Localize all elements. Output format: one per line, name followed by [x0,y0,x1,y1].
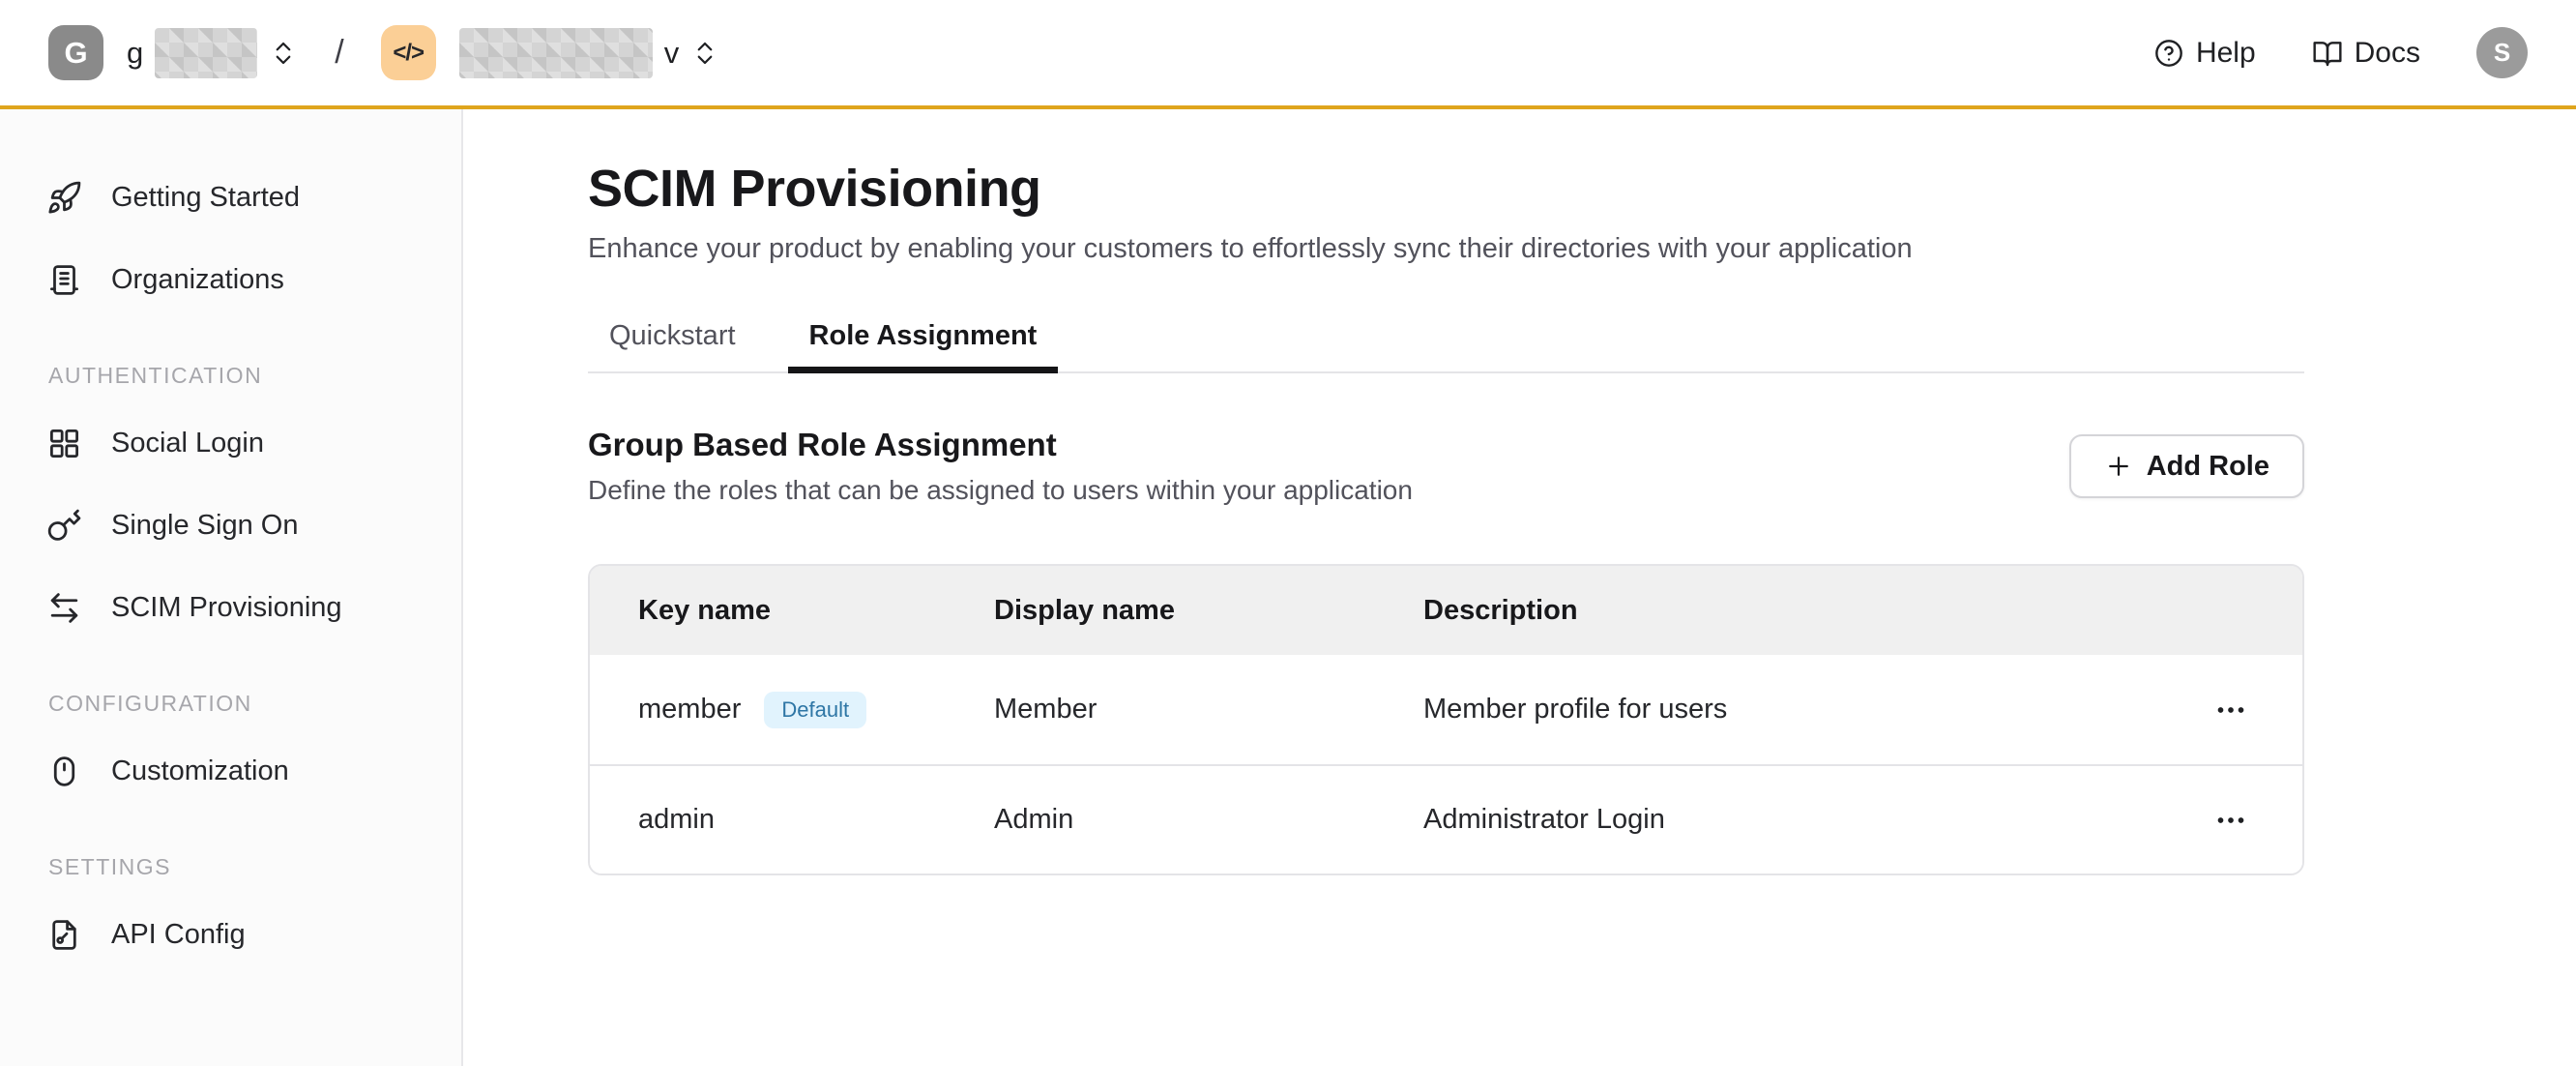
sidebar-item-customization[interactable]: Customization [0,730,461,813]
sidebar-item-label: Organizations [111,264,284,296]
display-name-cell: Admin [994,804,1423,836]
building-icon [46,262,82,298]
sidebar-item-organizations[interactable]: Organizations [0,239,461,321]
column-header-display-name: Display name [994,595,1423,627]
sidebar-item-label: API Config [111,919,246,951]
project-name-suffix: v [664,36,680,71]
workspace-logo[interactable]: G [48,25,103,80]
row-actions-button[interactable] [2206,795,2256,845]
sidebar-item-label: Single Sign On [111,510,298,542]
main-content: SCIM Provisioning Enhance your product b… [465,109,2576,1066]
rocket-icon [46,180,82,216]
section-heading: Group Based Role Assignment [588,427,1413,463]
redacted-project-name [459,28,653,78]
add-role-button[interactable]: Add Role [2069,434,2304,498]
role-key: member [638,694,741,725]
column-header-key-name: Key name [590,595,994,627]
breadcrumb-separator: / [335,34,343,72]
redacted-org-name [155,28,257,78]
chevrons-up-down-icon [269,39,298,68]
docs-button[interactable]: Docs [2312,37,2420,70]
section-header-row: Group Based Role Assignment Define the r… [588,427,2304,506]
org-name-prefix: g [127,36,143,71]
tab-quickstart[interactable]: Quickstart [588,306,757,373]
section-description: Define the roles that can be assigned to… [588,475,1413,506]
sidebar-item-label: Customization [111,755,289,787]
file-node-icon [46,917,82,953]
key-name-cell: admin [590,804,994,836]
section-header-text: Group Based Role Assignment Define the r… [588,427,1413,506]
user-avatar[interactable]: S [2476,27,2528,78]
open-book-icon [2312,38,2343,69]
chevrons-up-down-icon [690,39,719,68]
sidebar: Getting Started Organizations AUTHENTICA… [0,109,463,1066]
topbar: G g / </> v Help [0,0,2576,109]
sidebar-section-configuration: CONFIGURATION [0,686,461,721]
sidebar-item-label: Social Login [111,428,264,459]
topbar-actions: Help Docs S [2153,27,2528,78]
help-circle-icon [2153,38,2184,69]
docs-label: Docs [2355,37,2420,70]
org-selector[interactable]: g [127,28,298,78]
ellipsis-icon [2213,693,2248,727]
sidebar-item-single-sign-on[interactable]: Single Sign On [0,485,461,567]
column-header-description: Description [1423,595,2167,627]
tab-role-assignment[interactable]: Role Assignment [788,306,1059,373]
help-button[interactable]: Help [2153,37,2256,70]
sync-arrows-icon [46,590,82,626]
key-name-cell: member Default [590,692,994,728]
breadcrumb: G g / </> v [48,25,719,80]
plus-icon [2104,452,2133,481]
grid-icon [46,426,82,461]
sidebar-item-scim-provisioning[interactable]: SCIM Provisioning [0,567,461,649]
page-subtitle: Enhance your product by enabling your cu… [588,233,2304,265]
table-header-row: Key name Display name Description [590,566,2302,655]
sidebar-item-social-login[interactable]: Social Login [0,402,461,485]
sidebar-item-getting-started[interactable]: Getting Started [0,157,461,239]
default-badge: Default [764,692,866,728]
ellipsis-icon [2213,803,2248,838]
description-cell: Member profile for users [1423,694,2167,725]
sidebar-item-api-config[interactable]: API Config [0,894,461,976]
description-cell: Administrator Login [1423,804,2167,836]
add-role-label: Add Role [2147,451,2269,483]
key-icon [46,508,82,544]
table-row-admin: admin Admin Administrator Login [590,764,2302,874]
project-code-icon: </> [381,25,436,80]
table-row-member: member Default Member Member profile for… [590,655,2302,764]
row-actions-button[interactable] [2206,685,2256,735]
role-key: admin [638,804,715,836]
roles-table: Key name Display name Description member… [588,564,2304,875]
sidebar-section-authentication: AUTHENTICATION [0,358,461,393]
mouse-icon [46,754,82,789]
sidebar-item-label: SCIM Provisioning [111,592,342,624]
project-selector[interactable]: v [459,28,720,78]
sidebar-section-settings: SETTINGS [0,849,461,884]
page-title: SCIM Provisioning [588,158,2304,220]
sidebar-item-label: Getting Started [111,182,300,214]
tab-bar: Quickstart Role Assignment [588,306,2304,373]
help-label: Help [2196,37,2256,70]
display-name-cell: Member [994,694,1423,725]
